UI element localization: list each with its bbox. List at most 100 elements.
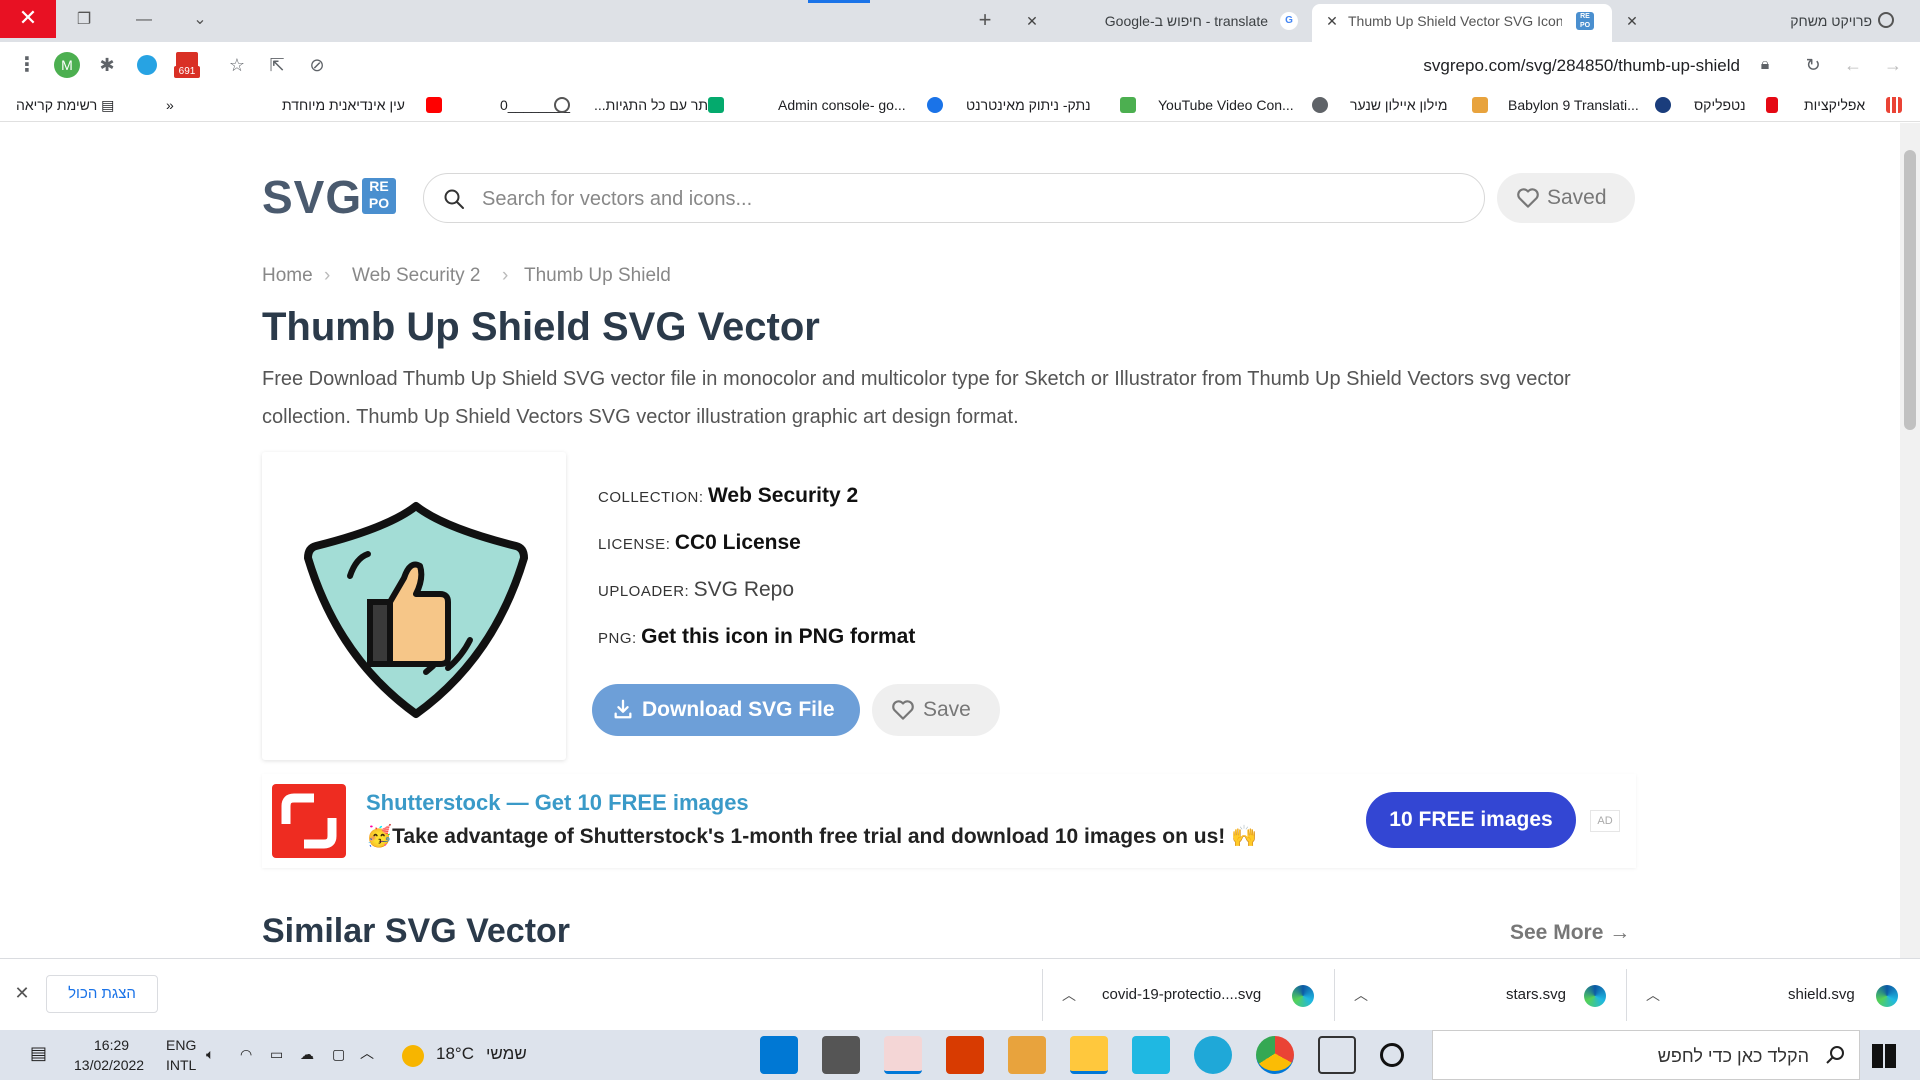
reload-icon[interactable]: ↻ bbox=[1800, 52, 1826, 78]
profile-avatar[interactable]: M bbox=[54, 52, 80, 78]
uploader-link[interactable]: SVG Repo bbox=[694, 578, 794, 601]
bookmark-star-icon[interactable]: ☆ bbox=[224, 52, 250, 78]
window-restore-button[interactable]: ❐ bbox=[64, 6, 104, 34]
window-close-button[interactable]: ✕ bbox=[0, 0, 56, 38]
saved-button[interactable]: Saved bbox=[1497, 173, 1635, 223]
battery-icon[interactable]: ▭ bbox=[270, 1045, 283, 1063]
bookmark-disconnect[interactable]: נתק- ניתוק מאינטרנט bbox=[966, 95, 1091, 115]
office-app-icon[interactable] bbox=[946, 1036, 984, 1074]
bookmark-admin-console[interactable]: Admin console- go... bbox=[778, 95, 906, 115]
weather-temperature[interactable]: 18°C bbox=[436, 1045, 474, 1063]
sun-weather-icon bbox=[402, 1045, 424, 1067]
apps-grid-icon bbox=[1886, 97, 1902, 113]
tray-chevron-up-icon[interactable]: ︿ bbox=[360, 1044, 374, 1062]
cortana-icon[interactable] bbox=[1380, 1043, 1404, 1067]
window-minimize-button[interactable]: — bbox=[124, 6, 164, 34]
extension-cloud-icon[interactable] bbox=[134, 52, 160, 78]
w3schools-icon bbox=[708, 97, 724, 113]
onedrive-cloud-icon[interactable]: ☁︎ bbox=[300, 1045, 314, 1063]
tab-google-translate[interactable]: ✕ translate - חיפוש ב-Google G bbox=[1012, 4, 1312, 42]
bookmark-netflix[interactable]: נטפליקס bbox=[1694, 95, 1746, 115]
l-app-icon[interactable] bbox=[1132, 1036, 1170, 1074]
tab-strip: ✕ ❐ — ⌄ + ✕ translate - חיפוש ב-Google G… bbox=[0, 0, 1920, 42]
tab-close-icon[interactable]: ✕ bbox=[1622, 4, 1642, 38]
png-link[interactable]: Get this icon in PNG format bbox=[641, 625, 915, 648]
ad-cta-button[interactable]: 10 FREE images bbox=[1366, 792, 1576, 848]
gmail-extension-icon[interactable]: 691 bbox=[174, 52, 200, 78]
windows-start-icon[interactable] bbox=[1872, 1044, 1896, 1068]
wifi-icon[interactable]: ◠ bbox=[240, 1045, 252, 1063]
edge-app-icon[interactable] bbox=[1194, 1036, 1232, 1074]
chevron-up-icon[interactable]: ︿ bbox=[1062, 985, 1076, 1005]
show-all-downloads-button[interactable]: הצגת הכול bbox=[46, 975, 158, 1013]
shutterstock-ad[interactable]: Shutterstock — Get 10 FREE images 🥳Take … bbox=[262, 774, 1636, 868]
new-tab-button[interactable]: + bbox=[965, 6, 1005, 34]
taskbar-search-box[interactable]: הקלד כאן כדי לחפש bbox=[1432, 1030, 1860, 1080]
breadcrumb-collection[interactable]: Web Security 2 bbox=[352, 262, 480, 290]
forward-arrow-icon[interactable]: ← bbox=[1840, 52, 1866, 78]
similar-section-title: Similar SVG Vector bbox=[262, 912, 571, 950]
download-item-shield[interactable]: ︿ shield.svg bbox=[1636, 969, 1916, 1021]
license-link[interactable]: CC0 License bbox=[675, 531, 801, 554]
bookmark-reading-list[interactable]: רשימת קריאה ▤ bbox=[16, 95, 114, 115]
language-bottom[interactable]: INTL bbox=[166, 1056, 196, 1074]
bookmark-babylon[interactable]: Babylon 9 Translati... bbox=[1508, 95, 1639, 115]
bookmark-youtube-converter[interactable]: YouTube Video Con... bbox=[1158, 95, 1294, 115]
chevron-up-icon[interactable]: ︿ bbox=[1646, 985, 1660, 1005]
shutterstock-logo bbox=[272, 784, 346, 858]
notifications-icon[interactable]: ▤ bbox=[30, 1044, 47, 1062]
download-item-stars[interactable]: ︿ stars.svg bbox=[1344, 969, 1624, 1021]
chrome-app-icon[interactable] bbox=[1256, 1036, 1294, 1074]
vscode-app-icon[interactable] bbox=[760, 1036, 798, 1074]
tab-search-chevron-icon[interactable]: ⌄ bbox=[180, 6, 220, 34]
tab-thumb-up-shield[interactable]: ✕ Thumb Up Shield Vector SVG Icon RE PO bbox=[1312, 4, 1612, 42]
clock-time[interactable]: 16:29 bbox=[94, 1036, 129, 1054]
calculator-app-icon[interactable] bbox=[822, 1036, 860, 1074]
separator bbox=[1042, 969, 1043, 1021]
photos-app-icon[interactable] bbox=[1008, 1036, 1046, 1074]
tab-game-project[interactable]: ✕ פרויקט משחק bbox=[1612, 4, 1912, 42]
share-icon[interactable]: ⇱ bbox=[264, 52, 290, 78]
chevron-up-icon[interactable]: ︿ bbox=[1354, 985, 1368, 1005]
close-shelf-icon[interactable]: ✕ bbox=[12, 983, 32, 1003]
thumb-up-shield-icon bbox=[304, 502, 528, 718]
menu-kebab-icon[interactable]: ⋮ bbox=[14, 52, 40, 78]
scrollbar-thumb[interactable] bbox=[1904, 150, 1916, 430]
breadcrumb-current: Thumb Up Shield bbox=[524, 265, 671, 286]
tab-loading-indicator bbox=[808, 0, 870, 3]
download-svg-button[interactable]: Download SVG File bbox=[592, 684, 860, 736]
bookmarks-overflow[interactable]: » bbox=[166, 95, 174, 115]
bookmark-indian-eye[interactable]: עין אינדיאנית מיוחדת bbox=[282, 95, 405, 115]
see-more-link[interactable]: See More → bbox=[1510, 918, 1630, 948]
back-arrow-icon[interactable]: → bbox=[1880, 52, 1906, 78]
ad-text: 🥳Take advantage of Shutterstock's 1-mont… bbox=[366, 825, 1258, 848]
download-item-covid[interactable]: ︿ covid-19-protectio....svg bbox=[1052, 969, 1332, 1021]
breadcrumb-home[interactable]: Home bbox=[262, 262, 313, 290]
lock-icon[interactable]: 🔒︎ bbox=[1752, 52, 1778, 78]
address-bar-url[interactable]: svgrepo.com/svg/284850/thumb-up-shield bbox=[1260, 52, 1740, 80]
tab-close-icon[interactable]: ✕ bbox=[1322, 4, 1342, 38]
meet-now-icon[interactable]: ▢ bbox=[332, 1045, 345, 1063]
clock-date[interactable]: 13/02/2022 bbox=[74, 1056, 144, 1074]
ad-title[interactable]: Shutterstock — Get 10 FREE images bbox=[366, 788, 749, 818]
bookmark-tags-site[interactable]: אתר עם כל התגיות... bbox=[594, 95, 717, 115]
google-favicon-icon: G bbox=[1280, 12, 1298, 30]
search-input[interactable] bbox=[482, 186, 1442, 212]
bookmark-apps[interactable]: אפליקציות bbox=[1804, 95, 1865, 115]
extensions-puzzle-icon[interactable]: ✱ bbox=[94, 52, 120, 78]
eye-off-icon[interactable]: ⊘ bbox=[304, 52, 330, 78]
language-top[interactable]: ENG bbox=[166, 1036, 196, 1054]
convert-icon bbox=[1312, 97, 1328, 113]
netflix-icon bbox=[1766, 97, 1778, 113]
weather-label[interactable]: שמשי bbox=[486, 1045, 527, 1063]
task-view-icon[interactable] bbox=[1318, 1036, 1356, 1074]
save-button[interactable]: Save bbox=[872, 684, 1000, 736]
volume-icon[interactable]: 🔈︎ bbox=[206, 1045, 214, 1063]
file-explorer-app-icon[interactable] bbox=[1070, 1036, 1108, 1074]
bookmark-ayalon-dictionary[interactable]: מילון איילון שנער bbox=[1350, 95, 1448, 115]
collection-link[interactable]: Web Security 2 bbox=[708, 484, 858, 507]
snipping-tool-app-icon[interactable] bbox=[884, 1036, 922, 1074]
tab-close-icon[interactable]: ✕ bbox=[1022, 4, 1042, 38]
search-bar[interactable] bbox=[423, 173, 1485, 223]
meta-uploader: UPLOADER: SVG Repo bbox=[598, 578, 795, 601]
